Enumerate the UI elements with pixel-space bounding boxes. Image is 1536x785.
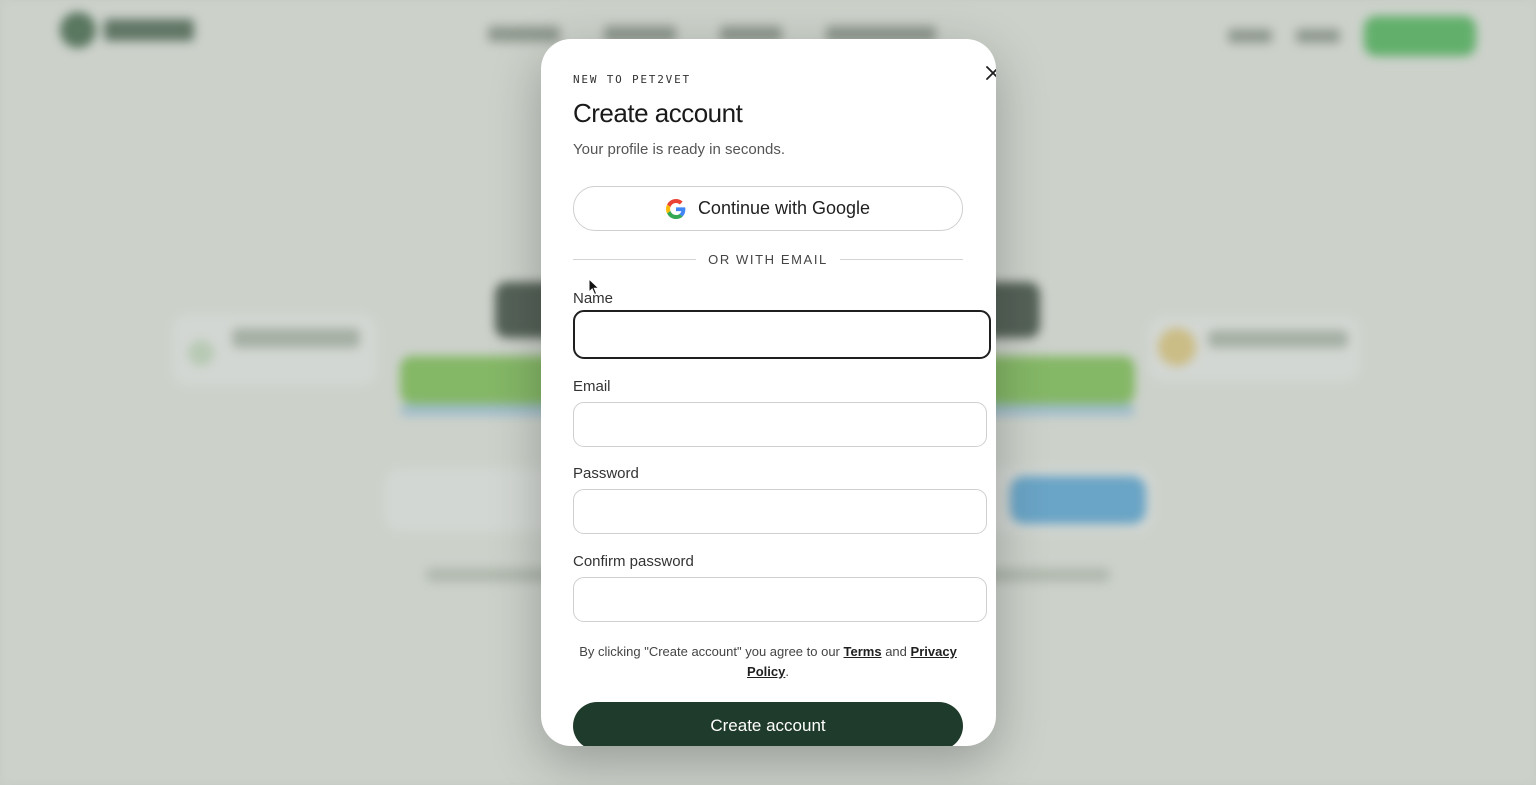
mouse-cursor-icon bbox=[588, 278, 600, 296]
modal-subtitle: Your profile is ready in seconds. bbox=[573, 141, 786, 158]
continue-with-google-button[interactable]: Continue with Google bbox=[573, 186, 963, 231]
legal-prefix: By clicking "Create account" you agree t… bbox=[579, 644, 840, 659]
terms-link[interactable]: Terms bbox=[844, 644, 882, 659]
email-input[interactable] bbox=[573, 402, 987, 447]
modal-eyebrow: NEW TO PET2VET bbox=[573, 73, 691, 86]
password-label: Password bbox=[573, 465, 639, 482]
google-button-label: Continue with Google bbox=[697, 198, 871, 218]
divider-label: OR WITH EMAIL bbox=[708, 251, 828, 267]
password-input[interactable] bbox=[573, 489, 987, 534]
confirm-password-input[interactable] bbox=[573, 577, 987, 622]
divider-line-left bbox=[573, 258, 697, 260]
create-account-modal: NEW TO PET2VET Create account Your profi… bbox=[541, 39, 996, 746]
legal-and: and bbox=[885, 644, 907, 659]
divider-line-right bbox=[839, 258, 963, 260]
google-icon bbox=[665, 198, 686, 219]
close-button[interactable] bbox=[981, 61, 996, 85]
legal-suffix: . bbox=[785, 664, 789, 679]
name-input[interactable] bbox=[573, 310, 991, 359]
email-label: Email bbox=[573, 378, 611, 395]
create-account-button[interactable]: Create account bbox=[573, 702, 963, 746]
modal-title: Create account bbox=[573, 98, 743, 128]
close-icon bbox=[986, 66, 996, 80]
email-divider: OR WITH EMAIL bbox=[573, 251, 963, 267]
legal-notice: By clicking "Create account" you agree t… bbox=[573, 642, 963, 682]
confirm-password-label: Confirm password bbox=[573, 553, 694, 570]
